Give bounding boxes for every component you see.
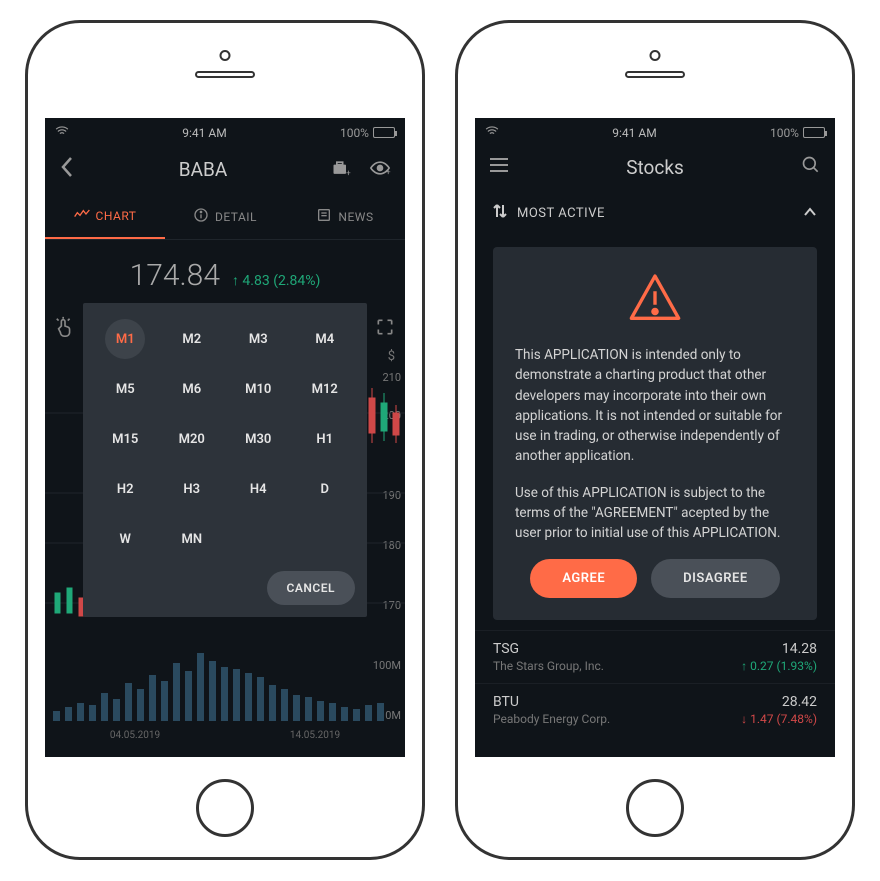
status-time: 9:41 AM [612,126,656,140]
chart-area: $ 210 200 190 180 170 100M 0M [45,303,405,743]
timeframe-m1[interactable]: M1 [105,319,145,359]
timeframe-w[interactable]: W [95,517,156,561]
stock-name: The Stars Group, Inc. [493,659,604,673]
chart-line-icon [74,206,90,225]
timeframe-m3[interactable]: M3 [228,317,289,361]
timeframe-h2[interactable]: H2 [95,467,156,511]
warning-icon [515,271,795,329]
tab-news[interactable]: NEWS [285,194,405,239]
currency-label: $ [388,349,395,364]
disagree-button[interactable]: DISAGREE [651,559,780,598]
x-label: 14.05.2019 [290,730,340,741]
stock-symbol: TSG [493,641,519,657]
disclaimer-dialog: This APPLICATION is intended only to dem… [493,247,817,620]
stock-row[interactable]: TSG 14.28 The Stars Group, Inc. ↑ 0.27 (1.9… [475,630,835,683]
status-bar: 9:41 AM 100% [45,118,405,147]
timeframe-m12[interactable]: M12 [295,367,356,411]
touch-tool-icon[interactable] [51,313,79,341]
phone-camera [220,50,231,61]
stock-change: ↑ 0.27 (1.93%) [741,659,817,673]
tab-chart[interactable]: CHART [45,194,165,239]
page-title: Stocks [626,156,684,179]
price-value: 174.84 [130,258,220,293]
page-title: BABA [179,158,227,181]
status-bar: 9:41 AM 100% [475,118,835,147]
tab-news-label: NEWS [338,210,373,224]
timeframe-m15[interactable]: M15 [95,417,156,461]
tabs: CHART DETAIL NEWS [45,194,405,240]
back-button[interactable] [59,155,75,184]
expand-icon[interactable] [371,313,399,341]
nav-bar: Stocks [475,147,835,189]
disclaimer-paragraph-2: Use of this APPLICATION is subject to th… [515,483,795,544]
tab-detail-label: DETAIL [215,210,257,224]
search-icon[interactable] [801,155,821,179]
timeframe-panel: M1M2M3M4M5M6M10M12M15M20M30H1H2H3H4DWMN … [83,303,367,617]
price-change: ↑ 4.83 (2.84%) [232,273,320,289]
sort-icon [493,203,507,223]
svg-text:+: + [386,167,391,177]
status-time: 9:41 AM [182,126,226,140]
agree-button[interactable]: AGREE [530,559,637,598]
timeframe-mn[interactable]: MN [162,517,223,561]
home-button[interactable] [196,779,254,837]
nav-bar: BABA + + [45,147,405,194]
section-header[interactable]: MOST ACTIVE [475,189,835,237]
phone-speaker [195,71,255,78]
timeframe-m4[interactable]: M4 [295,317,356,361]
phone-speaker [625,71,685,78]
timeframe-h1[interactable]: H1 [295,417,356,461]
news-icon [316,207,332,226]
info-icon [193,207,209,226]
volume-chart [45,633,405,723]
timeframe-m2[interactable]: M2 [162,317,223,361]
x-label: 04.05.2019 [110,730,160,741]
phone-camera [650,50,661,61]
home-button[interactable] [626,779,684,837]
timeframe-m5[interactable]: M5 [95,367,156,411]
battery-icon [373,127,395,138]
timeframe-m30[interactable]: M30 [228,417,289,461]
stock-price: 28.42 [782,694,817,710]
stock-symbol: BTU [493,694,519,710]
wifi-icon [55,124,69,141]
svg-text:+: + [346,168,351,178]
battery-icon [803,127,825,138]
stock-name: Peabody Energy Corp. [493,712,610,726]
tab-chart-label: CHART [96,209,137,223]
price-row: 174.84 ↑ 4.83 (2.84%) [45,240,405,303]
timeframe-d[interactable]: D [295,467,356,511]
section-title: MOST ACTIVE [517,206,605,221]
disclaimer-paragraph-1: This APPLICATION is intended only to dem… [515,345,795,467]
timeframe-m6[interactable]: M6 [162,367,223,411]
timeframe-m10[interactable]: M10 [228,367,289,411]
timeframe-h3[interactable]: H3 [162,467,223,511]
stock-price: 14.28 [782,641,817,657]
cancel-button[interactable]: CANCEL [267,571,355,605]
menu-icon[interactable] [489,157,509,177]
timeframe-m20[interactable]: M20 [162,417,223,461]
tab-detail[interactable]: DETAIL [165,194,285,239]
wifi-icon [485,124,499,141]
chevron-up-icon [803,206,817,221]
phone-frame-right: 9:41 AM 100% Stocks [455,20,855,860]
battery-percent: 100% [770,126,799,140]
phone-frame-left: 9:41 AM 100% BABA + + [25,20,425,860]
eye-add-icon[interactable]: + [369,158,391,182]
briefcase-add-icon[interactable]: + [331,158,351,182]
timeframe-h4[interactable]: H4 [228,467,289,511]
battery-percent: 100% [340,126,369,140]
stock-change: ↓ 1.47 (7.48%) [741,712,817,726]
stock-row[interactable]: BTU 28.42 Peabody Energy Corp. ↓ 1.47 (7.48… [475,683,835,736]
